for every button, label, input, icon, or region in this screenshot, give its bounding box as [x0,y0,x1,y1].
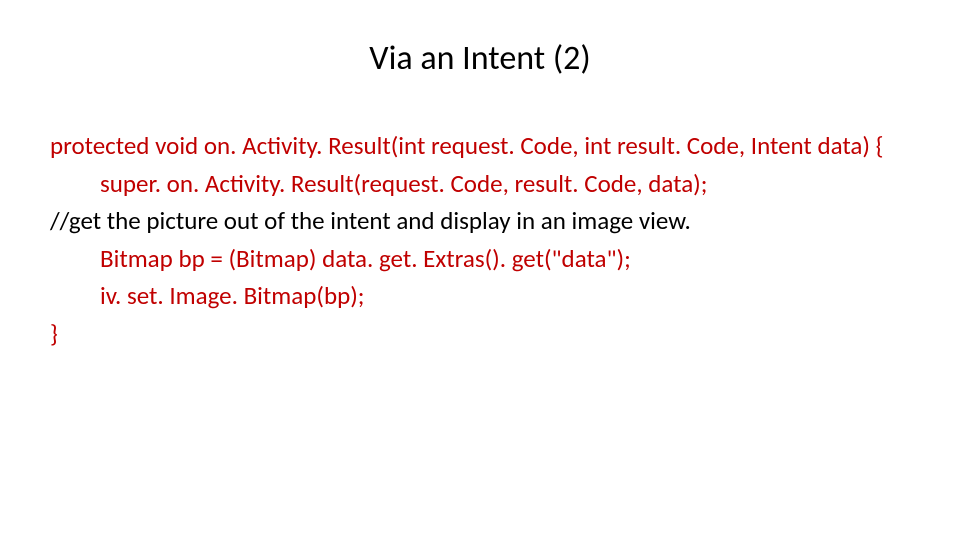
code-line-6: } [50,315,910,353]
slide-title: Via an Intent (2) [50,38,910,79]
code-comment: //get the picture out of the intent and … [50,202,910,240]
code-line-2: super. on. Activity. Result(request. Cod… [50,165,910,203]
code-line-5: iv. set. Image. Bitmap(bp); [50,277,910,315]
code-block: protected void on. Activity. Result(int … [50,127,910,352]
code-line-1: protected void on. Activity. Result(int … [50,127,910,165]
code-line-4: Bitmap bp = (Bitmap) data. get. Extras()… [50,240,910,278]
